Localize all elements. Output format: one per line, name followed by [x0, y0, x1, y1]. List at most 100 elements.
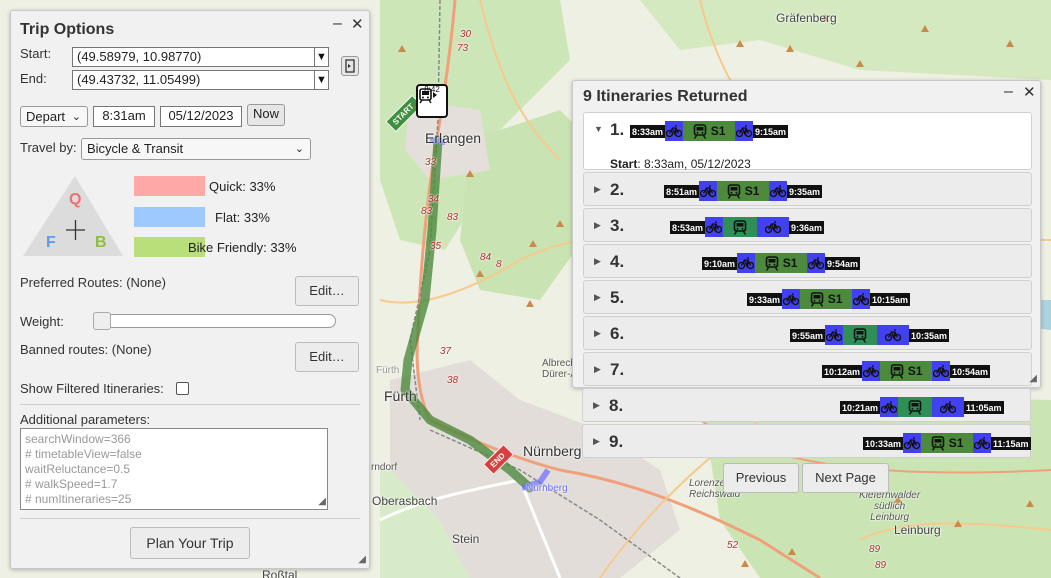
chevron-down-icon: ⌄: [294, 143, 304, 155]
flat-weight-label: Flat: 33%: [215, 210, 270, 225]
expand-icon[interactable]: ▶: [594, 328, 601, 339]
route-name: S1: [827, 292, 843, 306]
road-number: 73: [457, 43, 469, 54]
plan-trip-button[interactable]: Plan Your Trip: [130, 527, 250, 559]
expand-icon[interactable]: ▶: [594, 292, 601, 303]
itinerary-timeline: 10:21am 11:05am: [840, 397, 1004, 417]
additional-params-textarea[interactable]: searchWindow=366 # timetableView=false w…: [20, 428, 328, 510]
bicycle-icon: [700, 185, 717, 198]
start-dropdown-button[interactable]: ▼: [315, 47, 329, 67]
bike-leg: [973, 433, 992, 453]
bicycle-icon: [826, 329, 843, 342]
itinerary-row[interactable]: ▶ 3. 8:53am 9:36am: [583, 208, 1032, 242]
road-number: 37: [440, 346, 452, 357]
minimize-button[interactable]: –: [333, 15, 342, 33]
textarea-resize-handle[interactable]: ◢: [318, 494, 326, 509]
itinerary-timeline: 9:10am S1 9:54am: [702, 253, 861, 273]
panel-resize-handle[interactable]: ◢: [1029, 373, 1037, 384]
bike-leg: [705, 217, 724, 237]
date-input[interactable]: 05/12/2023: [160, 106, 242, 127]
bike-leg: [932, 361, 951, 381]
expand-icon[interactable]: ▶: [594, 256, 601, 267]
road-number: 52: [727, 540, 739, 551]
itinerary-row[interactable]: ▶ 9. 10:33am S1 11:15am: [582, 424, 1031, 458]
weight-slider[interactable]: [101, 314, 336, 328]
collapse-icon[interactable]: ▼: [594, 124, 603, 134]
road-number: 35: [430, 241, 442, 252]
bike-triangle-widget[interactable]: [21, 174, 125, 258]
panel-resize-handle[interactable]: ◢: [358, 554, 366, 565]
expand-icon[interactable]: ▶: [594, 220, 601, 231]
bike-leg: [852, 289, 871, 309]
bicycle-icon: [940, 401, 957, 414]
bicycle-icon: [770, 185, 787, 198]
itinerary-number: 6.: [610, 324, 625, 343]
place-label-grafenberg: Gräfenberg: [776, 11, 837, 25]
close-button[interactable]: ✕: [1023, 83, 1036, 101]
trip-options-panel: Trip Options – ✕ Start: (49.58979, 10.98…: [10, 10, 370, 569]
start-label: Start:: [20, 46, 52, 61]
expand-icon[interactable]: ▶: [594, 364, 601, 375]
bicycle-icon: [738, 257, 755, 270]
now-button[interactable]: Now: [247, 104, 285, 126]
expand-icon[interactable]: ▶: [594, 184, 601, 195]
itinerary-start-detail: Start: 8:33am, 05/12/2023: [610, 157, 751, 171]
minimize-button[interactable]: –: [1004, 83, 1013, 101]
end-dropdown-button[interactable]: ▼: [315, 70, 329, 90]
edit-banned-routes-button[interactable]: Edit…: [295, 342, 359, 372]
itinerary-number: 8.: [609, 396, 624, 415]
end-label: End:: [20, 71, 47, 86]
departure-time: 10:21am: [840, 400, 881, 414]
road-number: 89: [869, 544, 881, 555]
place-label-furth-small: Fürth: [376, 365, 400, 376]
depart-mode-select[interactable]: Depart ⌄: [20, 106, 88, 127]
arrival-time: 10:35am: [909, 328, 950, 342]
place-label-rndorf: rndorf: [371, 462, 398, 473]
train-icon: [908, 399, 922, 415]
road-number: 84: [480, 252, 492, 263]
transit-leg: S1: [880, 361, 933, 381]
road-number: 8: [496, 259, 502, 270]
end-location-input[interactable]: (49.43732, 11.05499): [72, 70, 315, 90]
route-name: S1: [782, 256, 798, 270]
close-button[interactable]: ✕: [351, 15, 364, 33]
itinerary-row[interactable]: ▶ 4. 9:10am S1 9:54am: [583, 244, 1032, 278]
edit-preferred-routes-button[interactable]: Edit…: [295, 276, 359, 306]
place-label-nurnberg-small: Nürnberg: [526, 483, 568, 494]
itinerary-row[interactable]: ▶ 7. 10:12am S1 10:54am: [583, 352, 1032, 386]
place-label-nurnberg: Nürnberg: [523, 443, 582, 459]
itineraries-panel: 9 Itineraries Returned – ✕ ▼ 1. 8:33am S1 9:…: [572, 80, 1041, 388]
train-icon: [765, 255, 778, 271]
transit-leg: S1: [755, 253, 808, 273]
itinerary-number: 2.: [610, 180, 625, 199]
transit-leg: S1: [800, 289, 853, 309]
previous-page-button[interactable]: Previous: [723, 463, 799, 493]
arrival-time: 11:15am: [991, 436, 1031, 450]
itinerary-row[interactable]: ▶ 8. 10:21am 11:05am: [582, 388, 1031, 422]
travel-mode-value: Bicycle & Transit: [87, 141, 184, 156]
weight-slider-thumb[interactable]: [93, 312, 111, 330]
expand-icon[interactable]: ▶: [593, 436, 600, 447]
travel-mode-select[interactable]: Bicycle & Transit ⌄: [81, 138, 311, 160]
itinerary-row[interactable]: ▼ 1. 8:33am S1 9:15am Start: 8:33am, 05/12/20…: [583, 112, 1032, 171]
departure-time: 10:12am: [822, 364, 863, 378]
next-page-button[interactable]: Next Page: [802, 463, 889, 493]
swap-button[interactable]: [341, 56, 359, 76]
train-icon: [853, 327, 867, 343]
start-location-input[interactable]: (49.58979, 10.98770): [72, 47, 315, 67]
itinerary-row[interactable]: ▶ 2. 8:51am S1 9:35am: [583, 172, 1032, 206]
itinerary-timeline: 9:55am 10:35am: [790, 325, 950, 345]
bicycle-icon: [974, 437, 991, 450]
param-line: # timetableView=false: [25, 447, 142, 461]
expand-icon[interactable]: ▶: [593, 400, 600, 411]
itinerary-row[interactable]: ▶ 5. 9:33am S1 10:15am: [583, 280, 1032, 314]
bike-leg: [737, 253, 756, 273]
transit-stop-marker[interactable]: 8:42: [416, 84, 448, 118]
arrival-time: 10:15am: [870, 292, 911, 306]
show-filtered-checkbox[interactable]: [176, 382, 189, 395]
itinerary-row[interactable]: ▶ 6. 9:55am 10:35am: [583, 316, 1032, 350]
place-label-stein: Stein: [452, 532, 480, 546]
time-input[interactable]: 8:31am: [93, 106, 155, 127]
param-line: # walkSpeed=1.7: [25, 477, 118, 491]
route-name: S1: [744, 184, 760, 198]
